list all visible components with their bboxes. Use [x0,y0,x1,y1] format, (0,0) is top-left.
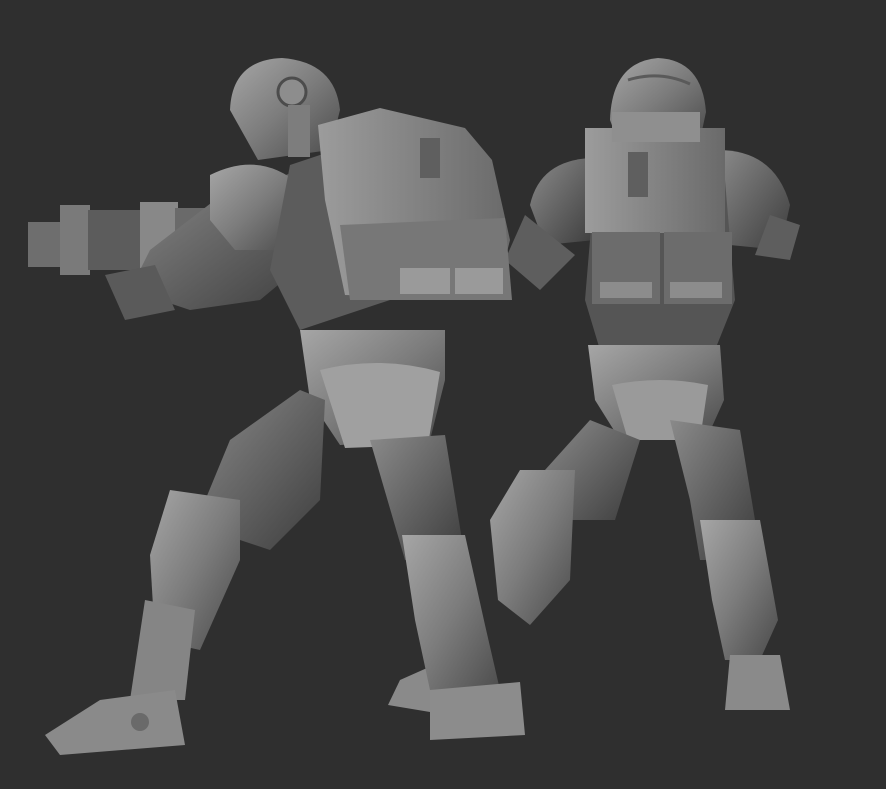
render-viewport [0,0,886,789]
trooper-left [28,58,525,755]
backpack-right [585,128,725,233]
sculpt-render [28,58,800,755]
helmet-rangefinder [276,76,308,108]
